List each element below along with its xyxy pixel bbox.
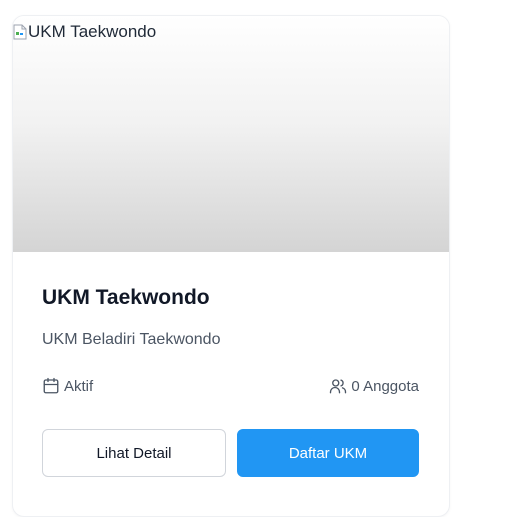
status-info: Aktif [42, 377, 93, 395]
calendar-icon [42, 377, 60, 395]
broken-image-placeholder: UKM Taekwondo [13, 22, 156, 42]
status-label: Aktif [64, 377, 94, 395]
image-alt-text: UKM Taekwondo [28, 22, 157, 41]
ukm-card: UKM Taekwondo UKM Taekwondo UKM Beladiri… [12, 15, 450, 517]
ukm-cover-image: UKM Taekwondo [13, 16, 449, 252]
ukm-description: UKM Beladiri Taekwondo [42, 331, 221, 348]
register-ukm-button[interactable]: Daftar UKM [237, 429, 419, 477]
members-info: 0 Anggota [329, 377, 419, 395]
users-icon [329, 377, 347, 395]
broken-image-icon [13, 24, 27, 40]
ukm-title: UKM Taekwondo [42, 286, 210, 309]
members-count: 0 Anggota [351, 377, 419, 395]
view-detail-button[interactable]: Lihat Detail [42, 429, 226, 477]
